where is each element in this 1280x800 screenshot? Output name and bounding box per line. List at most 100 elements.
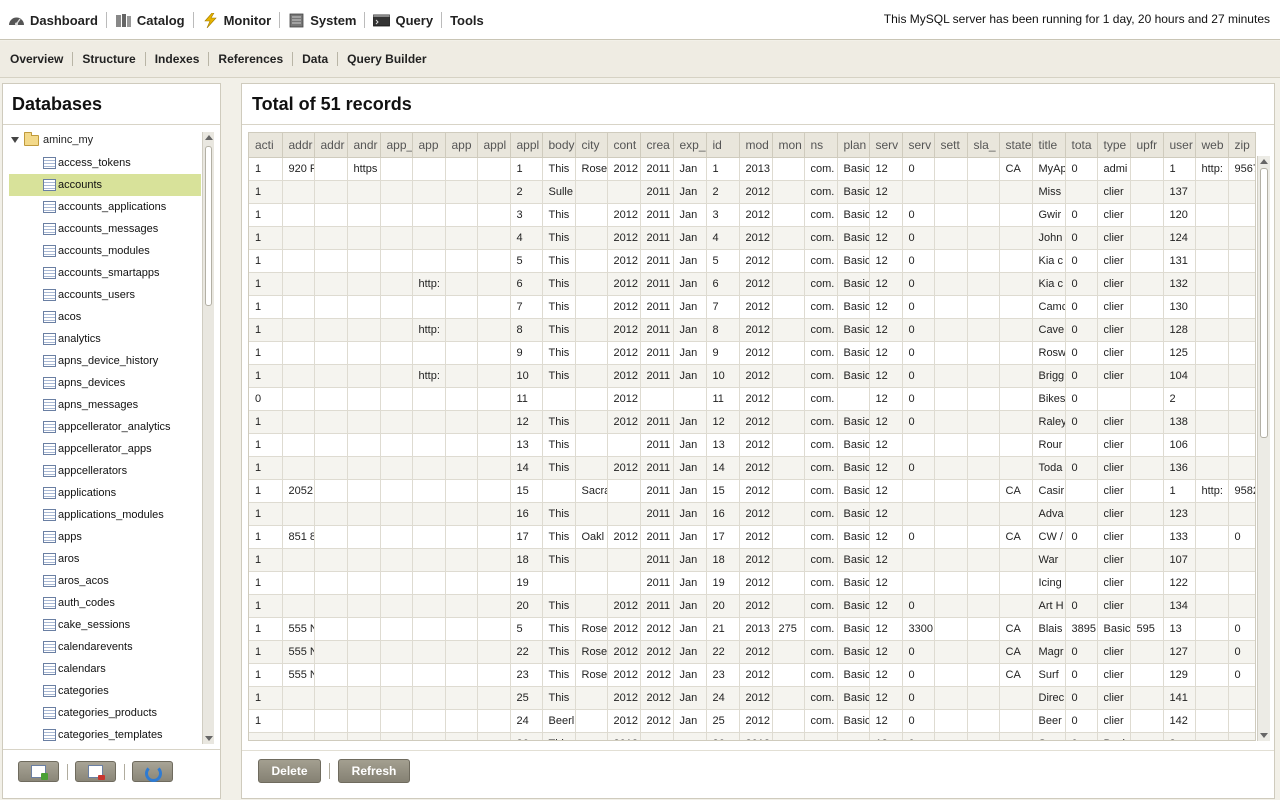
table-cell[interactable] bbox=[477, 640, 511, 664]
table-cell[interactable]: 122 bbox=[1163, 571, 1196, 595]
table-cell[interactable] bbox=[380, 594, 413, 618]
table-cell[interactable]: Basic bbox=[837, 548, 870, 572]
table-cell[interactable]: 104 bbox=[1163, 364, 1196, 388]
table-cell[interactable]: clier bbox=[1097, 249, 1131, 273]
table-cell[interactable]: Kia c bbox=[1032, 249, 1066, 273]
table-cell[interactable] bbox=[1065, 433, 1098, 457]
table-cell[interactable]: 0 bbox=[1065, 203, 1098, 227]
table-cell[interactable]: 1 bbox=[249, 364, 283, 388]
table-row[interactable]: 1 18 This 2011 Jan 18 2012 com. Basic 12 War clier 1… bbox=[249, 548, 1255, 572]
table-cell[interactable]: Rosev bbox=[575, 640, 608, 664]
table-cell[interactable]: 12 bbox=[869, 272, 903, 296]
table-cell[interactable]: Basic bbox=[837, 663, 870, 687]
table-cell[interactable]: com. bbox=[804, 410, 838, 434]
table-cell[interactable] bbox=[999, 732, 1033, 740]
table-cell[interactable]: com. bbox=[804, 180, 838, 204]
table-cell[interactable]: 0 bbox=[902, 709, 935, 733]
table-cell[interactable] bbox=[282, 686, 315, 710]
table-cell[interactable]: 3 bbox=[510, 203, 543, 227]
column-header[interactable]: title bbox=[1032, 133, 1066, 158]
table-row[interactable]: 1 http: 6 This 2012 2011 Jan 6 2012 com. Basic 12 0 K… bbox=[249, 272, 1255, 296]
table-cell[interactable]: 132 bbox=[1163, 272, 1196, 296]
table-cell[interactable]: 1 bbox=[249, 709, 283, 733]
table-cell[interactable]: 3895 bbox=[1065, 617, 1098, 641]
table-cell[interactable]: Jan bbox=[673, 525, 707, 549]
table-cell[interactable] bbox=[1195, 732, 1229, 740]
table-cell[interactable]: 2012 bbox=[739, 364, 773, 388]
table-cell[interactable]: This bbox=[542, 594, 576, 618]
table-cell[interactable] bbox=[445, 640, 478, 664]
table-cell[interactable] bbox=[380, 548, 413, 572]
table-cell[interactable] bbox=[1228, 686, 1255, 710]
table-cell[interactable]: This bbox=[542, 410, 576, 434]
table-cell[interactable] bbox=[314, 318, 348, 342]
table-cell[interactable] bbox=[772, 479, 805, 503]
table-cell[interactable] bbox=[380, 318, 413, 342]
tree-item-table[interactable]: analytics bbox=[9, 328, 201, 350]
table-cell[interactable]: Basic bbox=[837, 571, 870, 595]
column-header[interactable]: addr bbox=[314, 133, 348, 158]
table-cell[interactable] bbox=[1228, 571, 1255, 595]
expand-arrow-icon[interactable] bbox=[11, 137, 19, 143]
table-cell[interactable] bbox=[1228, 318, 1255, 342]
table-cell[interactable]: 12 bbox=[869, 479, 903, 503]
table-cell[interactable]: 275 bbox=[772, 617, 805, 641]
table-cell[interactable] bbox=[1130, 479, 1164, 503]
table-cell[interactable]: Sulle bbox=[542, 180, 576, 204]
table-cell[interactable] bbox=[837, 732, 870, 740]
table-cell[interactable]: 136 bbox=[1163, 456, 1196, 480]
table-cell[interactable] bbox=[347, 525, 381, 549]
table-cell[interactable]: 12 bbox=[869, 387, 903, 411]
table-cell[interactable] bbox=[445, 226, 478, 250]
table-cell[interactable]: clier bbox=[1097, 709, 1131, 733]
table-cell[interactable] bbox=[347, 180, 381, 204]
table-cell[interactable]: 2012 bbox=[739, 387, 773, 411]
tree-item-table[interactable]: access_tokens bbox=[9, 152, 201, 174]
table-cell[interactable]: CA bbox=[999, 640, 1033, 664]
table-cell[interactable]: CA bbox=[999, 479, 1033, 503]
table-cell[interactable] bbox=[999, 226, 1033, 250]
tree-item-table[interactable]: apns_messages bbox=[9, 394, 201, 416]
table-cell[interactable] bbox=[1195, 295, 1229, 319]
table-cell[interactable]: 1 bbox=[249, 640, 283, 664]
table-cell[interactable] bbox=[445, 594, 478, 618]
table-cell[interactable] bbox=[445, 364, 478, 388]
table-cell[interactable] bbox=[967, 456, 1000, 480]
table-cell[interactable]: 2012 bbox=[739, 226, 773, 250]
table-cell[interactable]: 1 bbox=[249, 525, 283, 549]
table-cell[interactable] bbox=[380, 410, 413, 434]
table-cell[interactable]: 2011 bbox=[640, 525, 674, 549]
table-cell[interactable]: 1 bbox=[249, 594, 283, 618]
table-cell[interactable]: 1 bbox=[706, 157, 740, 181]
table-cell[interactable]: Basic bbox=[1097, 732, 1131, 740]
table-cell[interactable] bbox=[967, 203, 1000, 227]
tree-item-table[interactable]: applications_modules bbox=[9, 504, 201, 526]
table-cell[interactable] bbox=[772, 157, 805, 181]
table-cell[interactable]: Camc bbox=[1032, 295, 1066, 319]
table-cell[interactable] bbox=[477, 180, 511, 204]
table-cell[interactable]: 2012 bbox=[607, 686, 641, 710]
table-cell[interactable]: 555 N bbox=[282, 617, 315, 641]
table-cell[interactable] bbox=[1195, 341, 1229, 365]
tree-item-table[interactable]: apps bbox=[9, 526, 201, 548]
table-cell[interactable]: 107 bbox=[1163, 548, 1196, 572]
table-cell[interactable]: 2012 bbox=[607, 249, 641, 273]
table-cell[interactable] bbox=[999, 433, 1033, 457]
table-cell[interactable]: 2011 bbox=[640, 364, 674, 388]
table-cell[interactable]: 0 bbox=[1065, 686, 1098, 710]
table-cell[interactable]: Casir bbox=[1032, 479, 1066, 503]
table-cell[interactable]: 2012 bbox=[607, 594, 641, 618]
delete-table-button[interactable] bbox=[75, 761, 116, 782]
menu-monitor[interactable]: Monitor bbox=[202, 11, 271, 29]
column-header[interactable]: serv bbox=[869, 133, 903, 158]
table-cell[interactable] bbox=[1130, 295, 1164, 319]
table-cell[interactable] bbox=[999, 180, 1033, 204]
table-cell[interactable]: 2011 bbox=[640, 157, 674, 181]
table-cell[interactable]: Cave bbox=[1032, 318, 1066, 342]
table-cell[interactable]: 6 bbox=[510, 272, 543, 296]
tree-item-table[interactable]: accounts_smartapps bbox=[9, 262, 201, 284]
table-cell[interactable] bbox=[1130, 249, 1164, 273]
table-cell[interactable]: clier bbox=[1097, 226, 1131, 250]
table-cell[interactable]: 26 bbox=[510, 732, 543, 740]
column-header[interactable]: andr bbox=[347, 133, 381, 158]
